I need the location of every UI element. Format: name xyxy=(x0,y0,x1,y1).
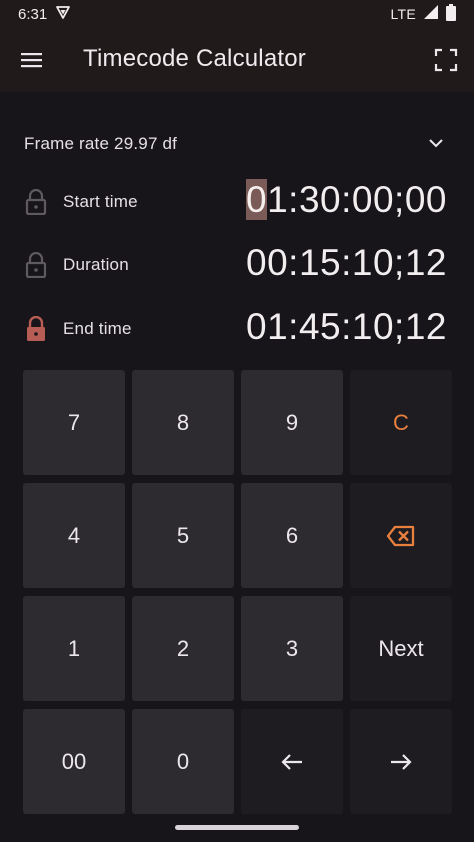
key-9[interactable]: 9 xyxy=(241,370,343,475)
key-8[interactable]: 8 xyxy=(132,370,234,475)
frame-rate-label: Frame rate 29.97 df xyxy=(24,134,178,153)
keypad: 7 8 9 C 4 5 6 1 2 3 Next 00 0 xyxy=(23,370,452,814)
end-time-value[interactable]: 01:45:10;12 xyxy=(246,306,447,348)
network-type: LTE xyxy=(390,6,416,22)
battery-icon xyxy=(446,3,456,25)
cursor-right-button[interactable] xyxy=(350,709,452,814)
cursor-left-button[interactable] xyxy=(241,709,343,814)
hamburger-menu-icon[interactable] xyxy=(20,50,44,70)
app-screen: 6:31 LTE Timecode Calculator Frame rate … xyxy=(0,0,474,842)
key-0[interactable]: 0 xyxy=(132,709,234,814)
key-2[interactable]: 2 xyxy=(132,596,234,701)
arrow-left-icon xyxy=(280,752,304,772)
backspace-button[interactable] xyxy=(350,483,452,588)
start-time-row: Start time 01:30:00;00 xyxy=(0,173,474,233)
vpn-shield-icon xyxy=(55,4,71,24)
lock-open-icon[interactable] xyxy=(25,251,47,279)
lock-open-icon[interactable] xyxy=(25,188,47,216)
key-1[interactable]: 1 xyxy=(23,596,125,701)
duration-value[interactable]: 00:15:10;12 xyxy=(246,242,447,284)
frame-rate-selector[interactable]: Frame rate 29.97 df xyxy=(0,122,474,166)
clock: 6:31 xyxy=(18,5,48,23)
lock-closed-icon[interactable] xyxy=(25,315,47,342)
key-4[interactable]: 4 xyxy=(23,483,125,588)
status-right: LTE xyxy=(390,3,456,25)
arrow-right-icon xyxy=(389,752,413,772)
app-bar: Timecode Calculator xyxy=(0,28,474,92)
start-time-rest: 1:30:00;00 xyxy=(267,179,447,220)
key-00[interactable]: 00 xyxy=(23,709,125,814)
end-time-label: End time xyxy=(63,319,132,338)
start-time-value[interactable]: 01:30:00;00 xyxy=(246,179,447,221)
start-time-label: Start time xyxy=(63,192,138,211)
duration-row: Duration 00:15:10;12 xyxy=(0,236,474,296)
fullscreen-icon[interactable] xyxy=(434,48,458,72)
app-title: Timecode Calculator xyxy=(83,45,306,72)
clear-button[interactable]: C xyxy=(350,370,452,475)
status-left: 6:31 xyxy=(18,4,71,24)
key-5[interactable]: 5 xyxy=(132,483,234,588)
backspace-icon xyxy=(386,525,416,547)
end-time-row: End time 01:45:10;12 xyxy=(0,300,474,360)
key-3[interactable]: 3 xyxy=(241,596,343,701)
key-7[interactable]: 7 xyxy=(23,370,125,475)
gesture-navigation-bar[interactable] xyxy=(175,825,299,830)
next-button[interactable]: Next xyxy=(350,596,452,701)
status-bar: 6:31 LTE xyxy=(0,0,474,28)
duration-label: Duration xyxy=(63,255,129,274)
chevron-down-icon xyxy=(427,136,445,150)
signal-icon xyxy=(423,4,439,24)
cursor-digit: 0 xyxy=(246,179,268,220)
key-6[interactable]: 6 xyxy=(241,483,343,588)
